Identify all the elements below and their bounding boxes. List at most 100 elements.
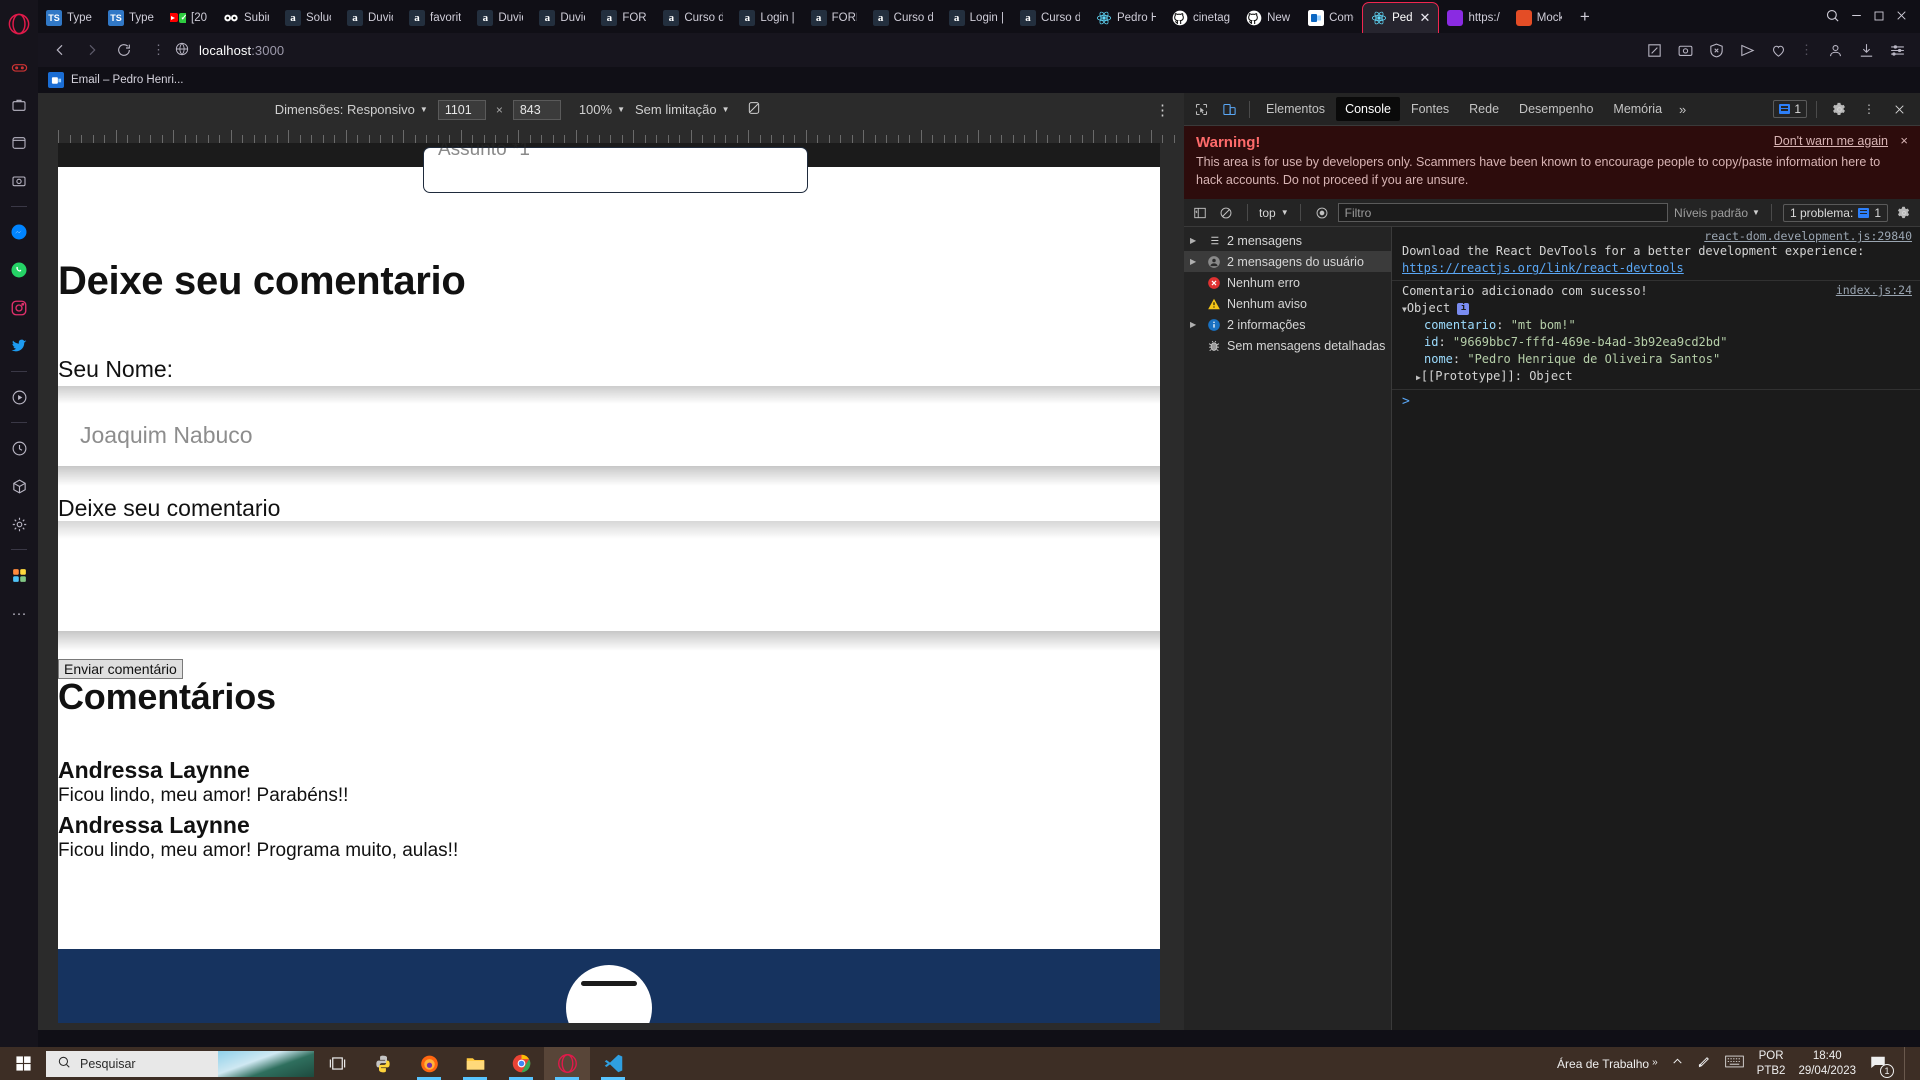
console-sidebar-row[interactable]: Nenhum aviso bbox=[1184, 293, 1391, 314]
photos-icon[interactable] bbox=[5, 561, 33, 589]
pen-icon[interactable] bbox=[1697, 1054, 1712, 1074]
shield-icon[interactable] bbox=[1707, 41, 1725, 59]
minimize-button[interactable] bbox=[1850, 9, 1863, 27]
dont-warn-again-link[interactable]: Don't warn me again bbox=[1774, 134, 1888, 148]
clear-console-icon[interactable] bbox=[1216, 203, 1236, 223]
device-dimensions-dropdown[interactable]: Dimensões: Responsivo ▼ bbox=[275, 102, 428, 117]
camera-icon[interactable] bbox=[5, 167, 33, 195]
devtools-tab-fontes[interactable]: Fontes bbox=[1402, 97, 1458, 121]
pin-icon[interactable] bbox=[1645, 41, 1663, 59]
browser-tab[interactable]: a Duvida bbox=[469, 2, 531, 33]
input-language-indicator[interactable]: POR PTB2 bbox=[1757, 1049, 1786, 1078]
comment-textarea[interactable] bbox=[58, 539, 1160, 632]
assunto-field-box[interactable]: Assunto *1 bbox=[423, 143, 808, 193]
close-icon[interactable] bbox=[1886, 97, 1912, 121]
download-icon[interactable] bbox=[1857, 41, 1875, 59]
browser-tab[interactable]: a FORMA bbox=[803, 2, 865, 33]
notification-icon[interactable]: 1 bbox=[1869, 1053, 1894, 1078]
show-desktop-button[interactable] bbox=[1904, 1047, 1910, 1080]
info-icon[interactable]: i bbox=[1457, 302, 1470, 315]
chrome-icon[interactable] bbox=[498, 1047, 544, 1080]
live-expression-icon[interactable] bbox=[1312, 203, 1332, 223]
snapshot-icon[interactable] bbox=[1676, 41, 1694, 59]
issues-counter[interactable]: 1 bbox=[1773, 100, 1807, 118]
page-menu-dots-icon[interactable]: ⋮ bbox=[152, 42, 165, 58]
windows-icon[interactable] bbox=[0, 1047, 46, 1080]
browser-tab[interactable]: a FORMA bbox=[593, 2, 655, 33]
zoom-dropdown[interactable]: 100% ▼ bbox=[579, 102, 625, 117]
browser-tab-active[interactable]: Ped ✕ bbox=[1362, 2, 1440, 33]
taskbar-search-input[interactable]: Pesquisar bbox=[46, 1050, 314, 1077]
messenger-meta-icon[interactable] bbox=[5, 129, 33, 157]
opera-icon[interactable] bbox=[544, 1047, 590, 1080]
browser-tab[interactable]: cinetag bbox=[1164, 2, 1238, 33]
devtools-tab-rede[interactable]: Rede bbox=[1460, 97, 1508, 121]
viewport-width-input[interactable]: 1101 bbox=[437, 99, 486, 120]
device-toolbar-icon[interactable] bbox=[1216, 97, 1242, 121]
close-icon[interactable]: ✕ bbox=[1420, 10, 1431, 26]
new-tab-button[interactable]: + bbox=[1572, 4, 1598, 30]
chevron-up-icon[interactable] bbox=[1671, 1055, 1684, 1073]
more-tabs-button[interactable]: » bbox=[1673, 102, 1692, 117]
send-icon[interactable] bbox=[1738, 41, 1756, 59]
console-sidebar-row[interactable]: ▶ 2 mensagens do usuário bbox=[1184, 251, 1391, 273]
browser-tab[interactable]: New re bbox=[1238, 2, 1300, 33]
console-sidebar-row[interactable]: ▶ 2 informações bbox=[1184, 314, 1391, 335]
player-icon[interactable] bbox=[5, 383, 33, 411]
gamepad-icon[interactable] bbox=[5, 53, 33, 81]
reload-button[interactable] bbox=[110, 37, 138, 63]
keyboard-icon[interactable] bbox=[1724, 1054, 1744, 1074]
problems-chip[interactable]: 1 problema: 1 bbox=[1782, 203, 1888, 222]
vscode-icon[interactable] bbox=[590, 1047, 636, 1080]
browser-tab[interactable]: Subind bbox=[215, 2, 277, 33]
address-bar[interactable]: ⋮ localhost:3000 bbox=[142, 37, 1641, 63]
dots-icon[interactable]: ⋮ bbox=[1800, 42, 1813, 58]
browser-tab[interactable]: TS TypeSc bbox=[38, 2, 100, 33]
viewport-height-input[interactable]: 843 bbox=[512, 99, 561, 120]
browser-tab[interactable]: https:/ bbox=[1439, 2, 1507, 33]
console-entry-link[interactable]: https://reactjs.org/link/react-devtools bbox=[1402, 261, 1684, 275]
more-vertical-icon[interactable]: ⋮ bbox=[1856, 97, 1882, 121]
maximize-button[interactable] bbox=[1873, 9, 1885, 27]
settings-sliders-icon[interactable] bbox=[1888, 41, 1906, 59]
file-explorer-icon[interactable] bbox=[452, 1047, 498, 1080]
whatsapp-icon[interactable] bbox=[5, 256, 33, 284]
devtools-tab-memória[interactable]: Memória bbox=[1604, 97, 1671, 121]
browser-tab[interactable]: TS TypeSc bbox=[100, 2, 162, 33]
console-entry-source[interactable]: index.js:24 bbox=[1836, 283, 1912, 297]
briefcase-icon[interactable] bbox=[5, 91, 33, 119]
messenger-icon[interactable] bbox=[5, 218, 33, 246]
console-sidebar-row[interactable]: Nenhum erro bbox=[1184, 272, 1391, 293]
browser-tab[interactable]: a Soluçã bbox=[277, 2, 339, 33]
browser-tab[interactable]: Mocka bbox=[1508, 2, 1570, 33]
devtools-tab-elementos[interactable]: Elementos bbox=[1257, 97, 1334, 121]
browser-tab[interactable]: ✓ [20 bbox=[162, 2, 215, 33]
console-context-dropdown[interactable]: top ▼ bbox=[1259, 206, 1289, 220]
close-window-button[interactable] bbox=[1895, 9, 1908, 27]
forward-button[interactable] bbox=[78, 37, 106, 63]
sidebar-toggle-icon[interactable] bbox=[1190, 203, 1210, 223]
back-button[interactable] bbox=[46, 37, 74, 63]
browser-tab[interactable]: a Duvida bbox=[339, 2, 401, 33]
python-icon[interactable] bbox=[360, 1047, 406, 1080]
console-object-prototype[interactable]: ▶[[Prototype]]: Object bbox=[1402, 368, 1912, 385]
console-sidebar-row[interactable]: ▶ 2 mensagens bbox=[1184, 230, 1391, 251]
console-filter-input[interactable]: Filtro bbox=[1337, 203, 1668, 223]
profile-icon[interactable] bbox=[1826, 41, 1844, 59]
tab-search-icon[interactable] bbox=[1825, 8, 1840, 28]
gear-icon[interactable] bbox=[5, 510, 33, 538]
name-input[interactable]: Joaquim Nabuco bbox=[58, 404, 1160, 466]
browser-tab[interactable]: a Login | bbox=[731, 2, 802, 33]
task-view-icon[interactable] bbox=[314, 1047, 360, 1080]
firefox-icon[interactable] bbox=[406, 1047, 452, 1080]
gear-icon[interactable] bbox=[1826, 97, 1852, 121]
throttling-dropdown[interactable]: Sem limitação ▼ bbox=[635, 102, 730, 117]
desktop-peek-label[interactable]: Área de Trabalho » bbox=[1557, 1057, 1658, 1071]
browser-tab[interactable]: a Curso d bbox=[1012, 2, 1088, 33]
inspect-element-icon[interactable] bbox=[1188, 97, 1214, 121]
cube-icon[interactable] bbox=[5, 472, 33, 500]
browser-tab[interactable]: a Curso d bbox=[655, 2, 731, 33]
log-levels-dropdown[interactable]: Níveis padrão ▼ bbox=[1674, 206, 1760, 220]
console-prompt[interactable]: > bbox=[1392, 390, 1920, 413]
devtools-tab-desempenho[interactable]: Desempenho bbox=[1510, 97, 1602, 121]
